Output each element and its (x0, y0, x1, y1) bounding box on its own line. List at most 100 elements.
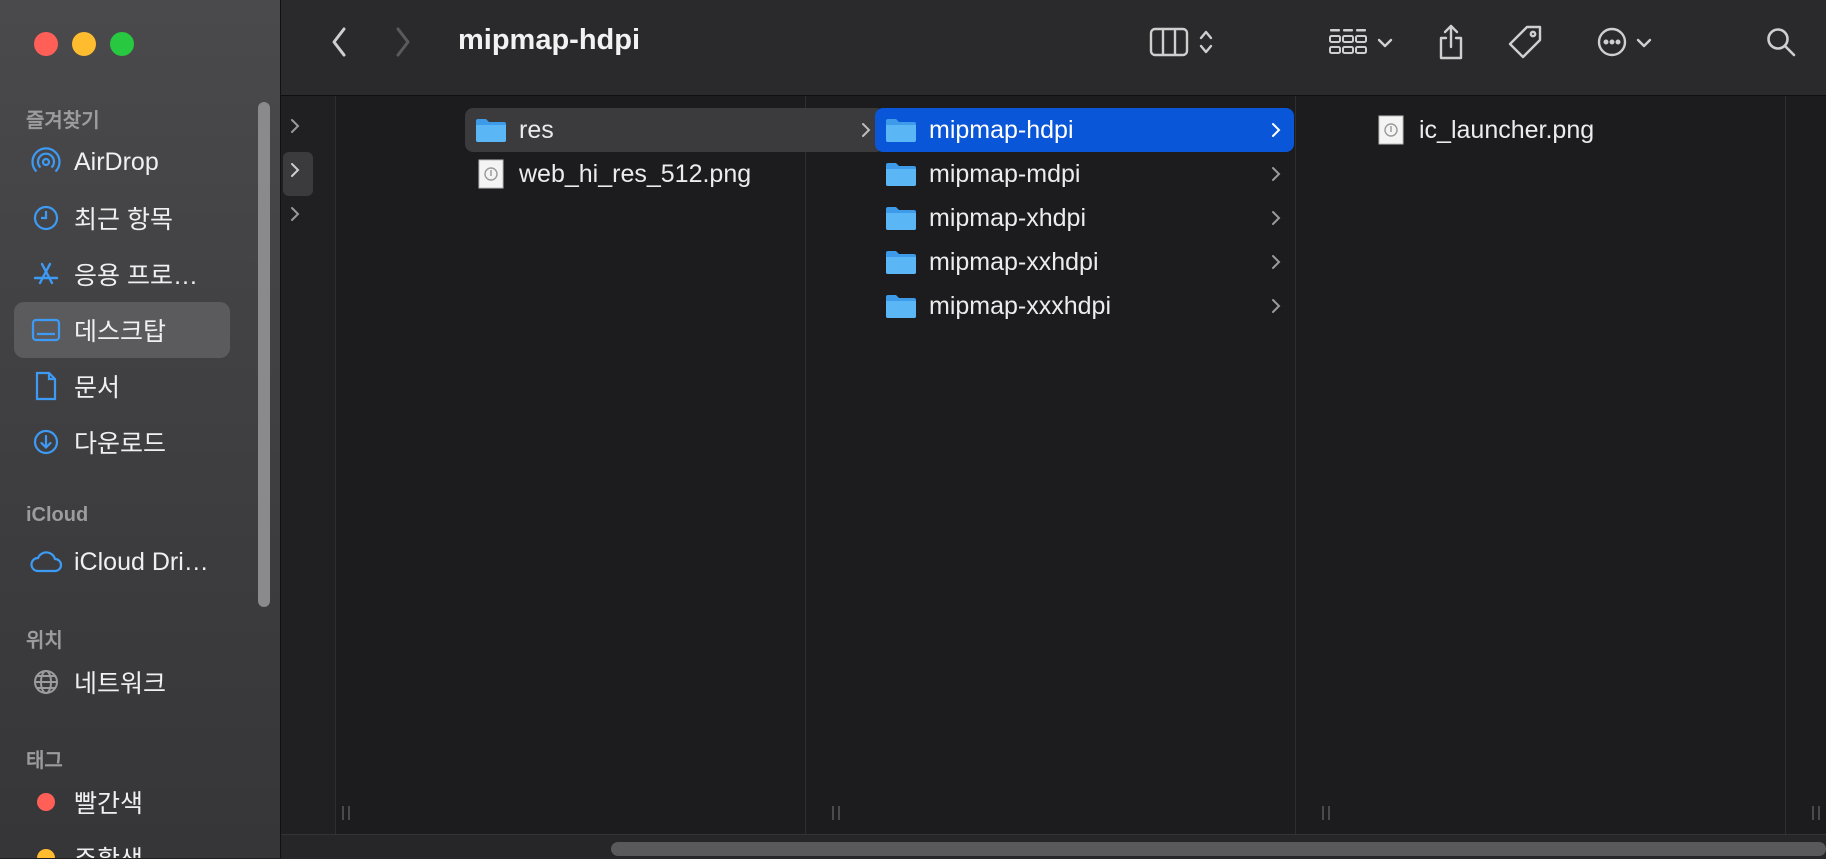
chevron-right-icon[interactable] (289, 118, 301, 139)
column-2: mipmap-hdpi mipmap-mdpi mipmap-xhdpi mip… (855, 96, 1296, 834)
column-1: res web_hi_res_512.png (365, 96, 884, 834)
sidebar: 즐겨찾기 AirDrop 최근 항목 응용 프로… 데스크탑 문서 다운로드 i… (0, 0, 281, 858)
ellipsis-circle-icon (1596, 26, 1628, 63)
sidebar-item-applications[interactable]: 응용 프로… (14, 246, 230, 302)
sidebar-item-label: iCloud Dri… (74, 547, 209, 576)
sidebar-item-documents[interactable]: 문서 (14, 358, 230, 414)
sidebar-item-label: 다운로드 (74, 430, 167, 458)
document-icon (28, 368, 64, 404)
view-mode-button[interactable] (1136, 22, 1226, 66)
network-globe-icon (28, 664, 64, 700)
chevron-right-icon (1270, 295, 1282, 322)
item-name: mipmap-xxhdpi (929, 247, 1099, 276)
list-item[interactable]: mipmap-xhdpi (875, 196, 1294, 240)
column-view-icon (1149, 27, 1189, 62)
item-name: web_hi_res_512.png (519, 159, 752, 188)
window-controls (34, 32, 134, 56)
minimize-window-button[interactable] (72, 32, 96, 56)
sidebar-item-label: 네트워크 (74, 670, 167, 698)
sidebar-item-label: AirDrop (74, 147, 159, 176)
folder-icon (885, 292, 917, 320)
column-browser: res web_hi_res_512.png mipmap-hdpi mipma… (281, 96, 1826, 834)
list-item[interactable]: mipmap-xxhdpi (875, 240, 1294, 284)
list-item[interactable]: res (465, 108, 884, 152)
close-window-button[interactable] (34, 32, 58, 56)
chevron-right-icon[interactable] (289, 206, 301, 227)
sidebar-item-label: 주황색 (74, 840, 143, 858)
desktop-icon (28, 312, 64, 348)
up-down-chevron-icon (1199, 28, 1213, 61)
list-item[interactable]: mipmap-mdpi (875, 152, 1294, 196)
sidebar-item-label: 문서 (74, 374, 121, 402)
sidebar-section-icloud: iCloud (26, 504, 89, 526)
sidebar-section-favorites: 즐겨찾기 (26, 110, 100, 132)
chevron-right-icon (1270, 119, 1282, 146)
folder-icon (885, 116, 917, 144)
column-resize-handle[interactable] (1319, 806, 1333, 822)
png-file-icon (1375, 115, 1407, 145)
applications-icon (28, 256, 64, 292)
folder-icon (885, 204, 917, 232)
item-name: ic_launcher.png (1419, 115, 1595, 144)
sidebar-item-recents[interactable]: 최근 항목 (14, 190, 230, 246)
folder-icon (885, 248, 917, 276)
folder-icon (885, 160, 917, 188)
sidebar-section-locations: 위치 (26, 630, 63, 652)
clock-icon (28, 200, 64, 236)
window-title: mipmap-hdpi (458, 24, 641, 56)
tag-color-dot-icon (28, 784, 64, 820)
sidebar-item-tag-orange[interactable]: 주황색 (14, 830, 230, 858)
sidebar-scrollbar[interactable] (258, 102, 270, 607)
share-button[interactable] (1431, 22, 1471, 66)
toolbar: mipmap-hdpi (281, 0, 1826, 96)
group-button[interactable] (1321, 22, 1401, 66)
sidebar-section-tags: 태그 (26, 750, 63, 772)
column-resize-handle[interactable] (339, 806, 353, 822)
sidebar-item-tag-red[interactable]: 빨간색 (14, 774, 230, 830)
chevron-right-icon (1270, 207, 1282, 234)
item-name: mipmap-xxxhdpi (929, 291, 1112, 320)
back-button[interactable] (321, 22, 357, 66)
sidebar-item-label: 응용 프로… (74, 262, 198, 290)
item-name: mipmap-hdpi (929, 115, 1074, 144)
chevron-right-icon (393, 25, 413, 64)
list-item[interactable]: mipmap-hdpi (875, 108, 1294, 152)
chevron-down-icon (1636, 35, 1652, 53)
column-resize-handle[interactable] (1809, 806, 1823, 822)
grid-group-icon (1329, 27, 1367, 62)
chevron-down-icon (1377, 35, 1393, 53)
more-actions-button[interactable] (1589, 22, 1659, 66)
chevron-right-icon[interactable] (289, 162, 301, 183)
search-icon (1765, 26, 1797, 63)
list-item[interactable]: web_hi_res_512.png (465, 152, 884, 196)
tag-button[interactable] (1503, 22, 1547, 66)
item-name: res (519, 115, 554, 144)
column-resize-handle[interactable] (829, 806, 843, 822)
sidebar-item-desktop[interactable]: 데스크탑 (14, 302, 230, 358)
column-3: ic_launcher.png (1345, 96, 1786, 834)
zoom-window-button[interactable] (110, 32, 134, 56)
tag-icon (1506, 23, 1544, 66)
horizontal-scrollbar-thumb[interactable] (611, 842, 1826, 856)
sidebar-item-label: 데스크탑 (74, 318, 167, 346)
airdrop-icon (28, 144, 64, 180)
forward-button[interactable] (385, 22, 421, 66)
item-name: mipmap-xhdpi (929, 203, 1087, 232)
sidebar-item-label: 최근 항목 (74, 206, 173, 234)
column-previous (281, 96, 336, 834)
search-button[interactable] (1761, 22, 1801, 66)
chevron-right-icon (1270, 251, 1282, 278)
sidebar-item-airdrop[interactable]: AirDrop (14, 134, 230, 190)
sidebar-item-label: 빨간색 (74, 790, 144, 818)
sidebar-item-network[interactable]: 네트워크 (14, 654, 230, 710)
download-icon (28, 424, 64, 460)
list-item[interactable]: mipmap-xxxhdpi (875, 284, 1294, 328)
share-icon (1436, 23, 1466, 66)
sidebar-item-icloud-drive[interactable]: iCloud Dri… (14, 534, 230, 590)
chevron-left-icon (329, 25, 349, 64)
item-name: mipmap-mdpi (929, 159, 1081, 188)
sidebar-item-downloads[interactable]: 다운로드 (14, 414, 230, 470)
list-item[interactable]: ic_launcher.png (1365, 108, 1784, 152)
folder-icon (475, 116, 507, 144)
cloud-icon (28, 544, 64, 580)
